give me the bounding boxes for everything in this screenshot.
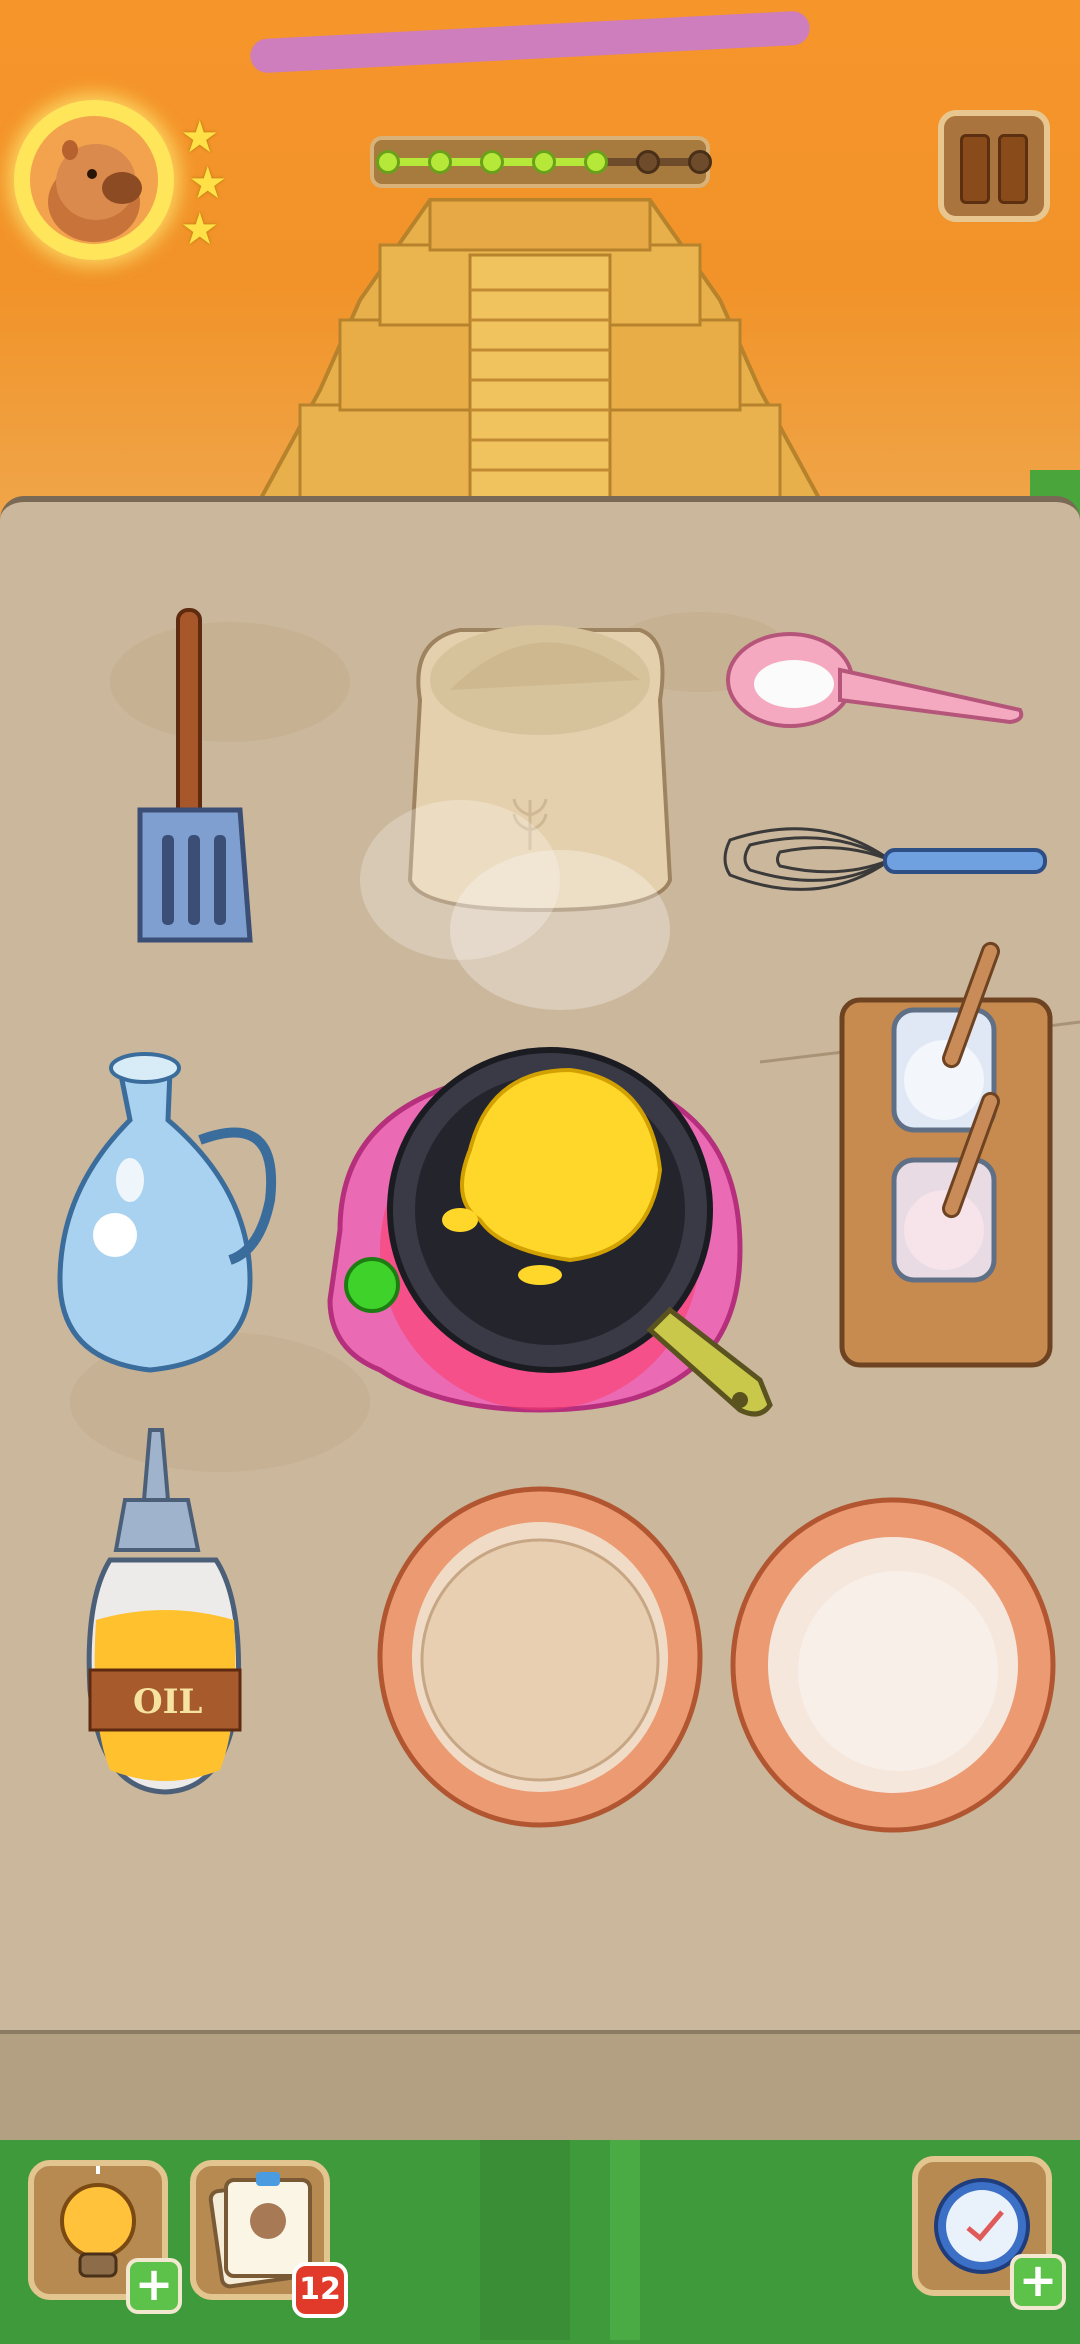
whisk[interactable]: [720, 800, 1050, 920]
capybara-icon: [48, 140, 142, 242]
measuring-spoon[interactable]: [720, 620, 1030, 740]
add-hint-button[interactable]: +: [126, 2258, 182, 2314]
pause-button[interactable]: [938, 110, 1050, 222]
timer-button[interactable]: +: [912, 2156, 1066, 2310]
star-icon: ★: [188, 158, 228, 209]
progress-pip: [584, 150, 608, 174]
plate-with-pancake[interactable]: [375, 1485, 705, 1830]
star-rating: ★ ★ ★: [180, 116, 227, 252]
oil-bottle[interactable]: OIL: [70, 1420, 260, 1800]
progress-pip: [688, 150, 712, 174]
star-icon: ★: [180, 204, 220, 255]
sky-background: [0, 0, 1080, 520]
add-time-button[interactable]: +: [1010, 2254, 1066, 2310]
capybara-avatar[interactable]: [30, 116, 158, 244]
hint-button[interactable]: +: [28, 2160, 182, 2314]
oil-bottle-icon: [86, 1428, 242, 1795]
progress-pip: [428, 150, 452, 174]
stove-with-pan[interactable]: [320, 1010, 780, 1450]
counter-front: [0, 2030, 1080, 2144]
level-progress-bar: [370, 136, 712, 188]
progress-pip: [480, 150, 504, 174]
water-jug[interactable]: [50, 1030, 290, 1380]
spatula[interactable]: [120, 600, 270, 950]
salt-and-sugar-jars[interactable]: [838, 930, 1060, 1380]
recipe-count-badge: 12: [292, 2262, 348, 2318]
empty-plate[interactable]: [728, 1495, 1058, 1835]
progress-pip: [636, 150, 660, 174]
recipe-book-button[interactable]: 12: [190, 2160, 348, 2318]
pyramid-background: [256, 198, 1080, 520]
stove-power-light: [344, 1257, 400, 1313]
star-icon: ★: [180, 112, 220, 163]
progress-pip: [376, 150, 400, 174]
pause-icon: [998, 134, 1028, 204]
steam: [360, 800, 670, 1010]
oil-label: OIL: [133, 1682, 203, 1722]
progress-pip: [532, 150, 556, 174]
pause-icon: [960, 134, 990, 204]
